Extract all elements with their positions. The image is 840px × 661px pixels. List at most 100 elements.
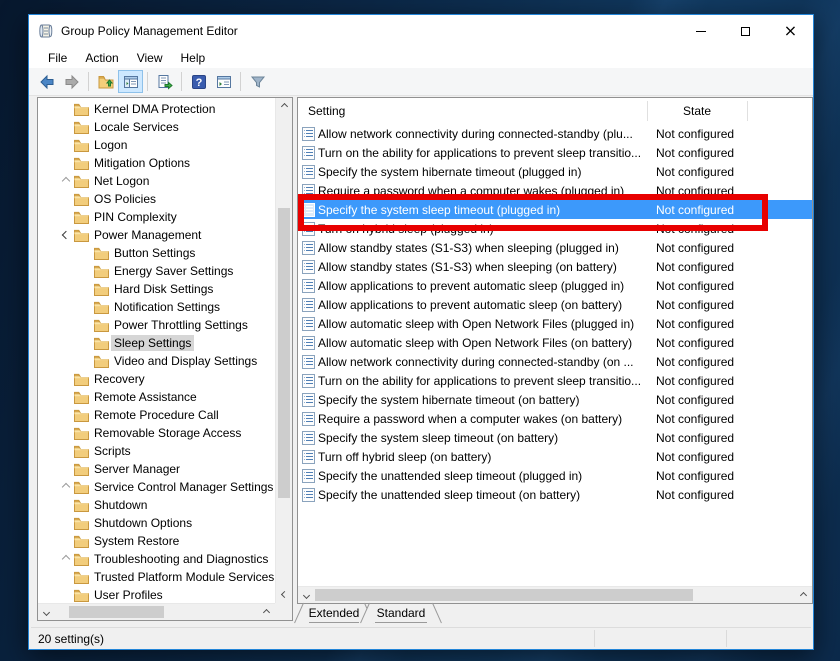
column-header-setting[interactable]: Setting xyxy=(308,104,345,118)
scroll-left-button[interactable] xyxy=(298,587,315,604)
tree-item[interactable]: Locale Services xyxy=(38,118,275,136)
close-button[interactable]: × xyxy=(768,15,813,47)
scroll-up-button[interactable] xyxy=(276,98,293,115)
tree-item[interactable]: Video and Display Settings xyxy=(38,352,275,370)
tree-item[interactable]: Remote Assistance xyxy=(38,388,275,406)
tree-item[interactable]: Scripts xyxy=(38,442,275,460)
list-row-selected[interactable]: Specify the system sleep timeout (plugge… xyxy=(298,200,812,219)
tree-item-label: Trusted Platform Module Services xyxy=(91,569,275,585)
maximize-button[interactable] xyxy=(723,15,768,47)
back-button[interactable] xyxy=(34,70,59,93)
menu-help[interactable]: Help xyxy=(172,49,215,67)
content-area: Kernel DMA ProtectionLocale ServicesLogo… xyxy=(29,96,813,649)
list-row[interactable]: Turn on the ability for applications to … xyxy=(298,143,812,162)
scroll-down-button[interactable] xyxy=(276,586,293,603)
scroll-right-button[interactable] xyxy=(258,604,275,621)
list-row[interactable]: Specify the system hibernate timeout (on… xyxy=(298,390,812,409)
tree-item[interactable]: Net Logon xyxy=(38,172,275,190)
list-row[interactable]: Specify the unattended sleep timeout (on… xyxy=(298,485,812,504)
tree-item[interactable]: Shutdown Options xyxy=(38,514,275,532)
tree-item[interactable]: Notification Settings xyxy=(38,298,275,316)
list-row[interactable]: Specify the system hibernate timeout (pl… xyxy=(298,162,812,181)
folder-icon xyxy=(74,229,91,242)
menu-file[interactable]: File xyxy=(39,49,76,67)
column-header-state[interactable]: State xyxy=(647,104,747,118)
list-row[interactable]: Allow applications to prevent automatic … xyxy=(298,276,812,295)
tree-item-label: Power Throttling Settings xyxy=(111,317,251,333)
filter-button[interactable] xyxy=(245,70,270,93)
show-window-button[interactable] xyxy=(211,70,236,93)
tree-item[interactable]: Shutdown xyxy=(38,496,275,514)
tree-item-label: Scripts xyxy=(91,443,134,459)
tree-item[interactable]: Recovery xyxy=(38,370,275,388)
menu-view[interactable]: View xyxy=(128,49,172,67)
console-tree-toggle-button[interactable] xyxy=(118,70,143,93)
tree-item[interactable]: Removable Storage Access xyxy=(38,424,275,442)
tab-standard[interactable]: Standard xyxy=(367,604,435,623)
tree-item[interactable]: Button Settings xyxy=(38,244,275,262)
tree-item[interactable]: Server Manager xyxy=(38,460,275,478)
tree-horizontal-scrollbar[interactable] xyxy=(38,603,275,620)
scrollbar-thumb[interactable] xyxy=(315,589,693,601)
chevron-right-icon[interactable] xyxy=(58,484,74,490)
tab-extended[interactable]: Extended xyxy=(301,604,367,623)
list-row[interactable]: Turn off hybrid sleep (on battery)Not co… xyxy=(298,447,812,466)
tree-item[interactable]: PIN Complexity xyxy=(38,208,275,226)
list-row[interactable]: Allow network connectivity during connec… xyxy=(298,124,812,143)
list-row[interactable]: Allow automatic sleep with Open Network … xyxy=(298,314,812,333)
setting-state: Not configured xyxy=(656,317,734,331)
folder-icon xyxy=(94,247,111,260)
help-button[interactable]: ? xyxy=(186,70,211,93)
title-bar[interactable]: Group Policy Management Editor × xyxy=(29,15,813,47)
list-row[interactable]: Allow applications to prevent automatic … xyxy=(298,295,812,314)
tree-item[interactable]: System Restore xyxy=(38,532,275,550)
scrollbar-thumb[interactable] xyxy=(278,208,290,498)
toolbar-separator xyxy=(147,72,148,91)
tree-item[interactable]: Power Throttling Settings xyxy=(38,316,275,334)
column-divider[interactable] xyxy=(747,101,748,121)
chevron-down-icon[interactable] xyxy=(58,232,74,238)
tree-item[interactable]: Service Control Manager Settings xyxy=(38,478,275,496)
tree-item[interactable]: User Profiles xyxy=(38,586,275,603)
tree-item[interactable]: Logon xyxy=(38,136,275,154)
list-row[interactable]: Turn on the ability for applications to … xyxy=(298,371,812,390)
list-row[interactable]: Turn on hybrid sleep (plugged in)Not con… xyxy=(298,219,812,238)
tree-item[interactable]: Remote Procedure Call xyxy=(38,406,275,424)
tree-item[interactable]: OS Policies xyxy=(38,190,275,208)
tree-item[interactable]: Kernel DMA Protection xyxy=(38,100,275,118)
chevron-right-icon[interactable] xyxy=(58,556,74,562)
setting-name: Allow automatic sleep with Open Network … xyxy=(318,317,634,331)
list-row[interactable]: Allow automatic sleep with Open Network … xyxy=(298,333,812,352)
chevron-right-icon[interactable] xyxy=(58,178,74,184)
setting-name: Turn on the ability for applications to … xyxy=(318,146,641,160)
tree-item-label: Net Logon xyxy=(91,173,152,189)
tree-item[interactable]: Sleep Settings xyxy=(38,334,275,352)
list-row[interactable]: Require a password when a computer wakes… xyxy=(298,409,812,428)
export-list-button[interactable] xyxy=(152,70,177,93)
minimize-button[interactable] xyxy=(678,15,723,47)
scroll-right-button[interactable] xyxy=(795,587,812,604)
tree-item[interactable]: Mitigation Options xyxy=(38,154,275,172)
tree-item[interactable]: Troubleshooting and Diagnostics xyxy=(38,550,275,568)
folder-icon xyxy=(74,157,91,170)
column-divider[interactable] xyxy=(647,101,648,121)
tree-vertical-scrollbar[interactable] xyxy=(275,98,292,603)
up-one-level-button[interactable] xyxy=(93,70,118,93)
list-horizontal-scrollbar[interactable] xyxy=(298,586,812,603)
list-row[interactable]: Specify the system sleep timeout (on bat… xyxy=(298,428,812,447)
setting-state: Not configured xyxy=(656,374,734,388)
scrollbar-thumb[interactable] xyxy=(69,606,164,618)
list-row[interactable]: Specify the unattended sleep timeout (pl… xyxy=(298,466,812,485)
list-row[interactable]: Allow network connectivity during connec… xyxy=(298,352,812,371)
tree-item[interactable]: Trusted Platform Module Services xyxy=(38,568,275,586)
scroll-left-button[interactable] xyxy=(38,604,55,621)
list-row[interactable]: Allow standby states (S1-S3) when sleepi… xyxy=(298,238,812,257)
tree-item[interactable]: Hard Disk Settings xyxy=(38,280,275,298)
tree-item[interactable]: Energy Saver Settings xyxy=(38,262,275,280)
tree-item[interactable]: Power Management xyxy=(38,226,275,244)
list-row[interactable]: Allow standby states (S1-S3) when sleepi… xyxy=(298,257,812,276)
list-row[interactable]: Require a password when a computer wakes… xyxy=(298,181,812,200)
setting-name: Require a password when a computer wakes… xyxy=(318,184,624,198)
menu-action[interactable]: Action xyxy=(76,49,127,67)
forward-button[interactable] xyxy=(59,70,84,93)
